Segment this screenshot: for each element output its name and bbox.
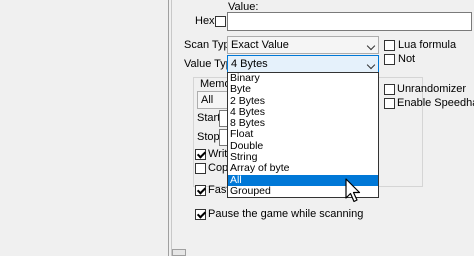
fast-scan-checkbox[interactable]	[195, 185, 206, 196]
speedhack-label[interactable]: Enable Speedhack	[397, 97, 474, 109]
not-checkbox[interactable]	[384, 54, 395, 65]
hex-label: Hex	[195, 15, 215, 27]
value-type-combo[interactable]: 4 Bytes	[227, 55, 379, 73]
lua-formula-label[interactable]: Lua formula	[398, 39, 456, 51]
copy-on-write-checkbox[interactable]	[195, 163, 206, 174]
region-value: All	[201, 94, 214, 106]
pause-game-checkbox[interactable]	[195, 209, 206, 220]
pause-game-label[interactable]: Pause the game while scanning	[208, 208, 363, 220]
speedhack-checkbox[interactable]	[384, 98, 395, 109]
unrandomizer-label[interactable]: Unrandomizer	[397, 83, 466, 95]
dropdown-item-array-of-byte[interactable]: Array of byte	[228, 163, 378, 175]
value-type-value: 4 Bytes	[231, 58, 268, 70]
hex-checkbox[interactable]	[215, 16, 226, 27]
unrandomizer-checkbox[interactable]	[384, 84, 395, 95]
start-label: Start	[197, 112, 221, 124]
mouse-cursor-icon	[345, 178, 361, 203]
left-panel-border-inner	[171, 0, 172, 256]
lua-formula-checkbox[interactable]	[384, 40, 395, 51]
dropdown-item-byte[interactable]: Byte	[228, 83, 378, 95]
writable-checkbox[interactable]	[195, 149, 206, 160]
left-panel-border	[168, 0, 169, 256]
scan-type-value: Exact Value	[231, 39, 289, 51]
stop-label: Stop	[197, 131, 220, 143]
not-label[interactable]: Not	[398, 53, 415, 65]
value-input[interactable]	[227, 12, 472, 31]
bottom-scroll-stub	[172, 249, 186, 256]
chevron-down-icon	[366, 60, 376, 70]
chevron-down-icon	[366, 41, 376, 51]
scan-type-combo[interactable]: Exact Value	[227, 36, 379, 54]
